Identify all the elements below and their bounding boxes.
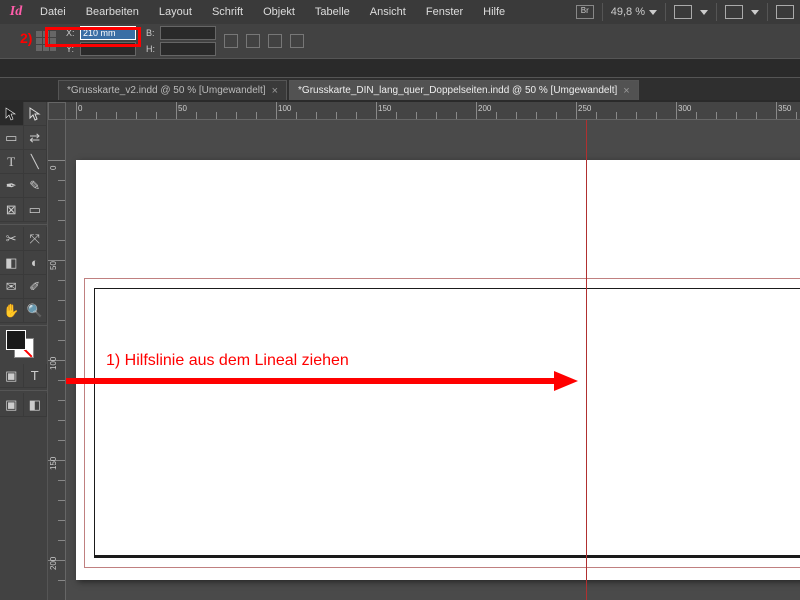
menu-edit[interactable]: Bearbeiten bbox=[76, 2, 149, 22]
w-input[interactable] bbox=[160, 26, 216, 40]
menu-type[interactable]: Schrift bbox=[202, 2, 253, 22]
free-transform-tool[interactable]: ⤧ bbox=[24, 227, 48, 251]
note-tool[interactable]: ✉ bbox=[0, 275, 24, 299]
vertical-guide[interactable] bbox=[586, 120, 587, 600]
chevron-down-icon bbox=[649, 10, 657, 15]
screen-mode-icon[interactable] bbox=[674, 5, 692, 19]
work-area: 050100150200250300350 050100150200 1) Hi… bbox=[48, 102, 800, 600]
x-input[interactable] bbox=[80, 26, 136, 40]
gradient-swatch-tool[interactable]: ◧ bbox=[0, 251, 24, 275]
normal-view-mode[interactable]: ▣ bbox=[0, 393, 24, 417]
selection-tool[interactable] bbox=[0, 102, 24, 126]
align-icon[interactable] bbox=[246, 34, 260, 48]
menu-view[interactable]: Ansicht bbox=[360, 2, 416, 22]
eyedropper-tool[interactable]: ✐ bbox=[24, 275, 48, 299]
wh-fields: B: H: bbox=[146, 26, 216, 56]
distribute-icon[interactable] bbox=[268, 34, 282, 48]
bridge-icon[interactable]: Br bbox=[576, 5, 594, 19]
pen-tool[interactable]: ✒ bbox=[0, 174, 24, 198]
close-icon[interactable]: × bbox=[623, 85, 629, 97]
menu-layout[interactable]: Layout bbox=[149, 2, 202, 22]
menu-table[interactable]: Tabelle bbox=[305, 2, 360, 22]
tool-panel: ▭ ⇄ T ╲ ✒ ✎ ⊠ ▭ ✂ ⤧ ◧ ◐ ✉ ✐ ✋ 🔍 ▣ T ▣ bbox=[0, 102, 48, 600]
panel-strip bbox=[0, 58, 800, 78]
y-input[interactable] bbox=[80, 42, 136, 56]
annotation-step-2: 2) bbox=[20, 30, 32, 46]
page-frame bbox=[94, 288, 800, 558]
app-logo: Id bbox=[2, 0, 30, 24]
menu-bar: Id Datei Bearbeiten Layout Schrift Objek… bbox=[0, 0, 800, 24]
rectangle-frame-tool[interactable]: ⊠ bbox=[0, 198, 24, 222]
gradient-feather-tool[interactable]: ◐ bbox=[24, 251, 48, 275]
chevron-down-icon bbox=[700, 10, 708, 15]
h-input[interactable] bbox=[160, 42, 216, 56]
control-bar: 2) X: Y: B: H: bbox=[0, 24, 800, 58]
zoom-value: 49,8 % bbox=[611, 6, 645, 18]
preview-mode[interactable]: ◧ bbox=[24, 393, 48, 417]
pencil-tool[interactable]: ✎ bbox=[24, 174, 48, 198]
line-tool[interactable]: ╲ bbox=[24, 150, 48, 174]
w-label: B: bbox=[146, 28, 158, 38]
menu-help[interactable]: Hilfe bbox=[473, 2, 515, 22]
y-label: Y: bbox=[66, 44, 78, 54]
gap-tool[interactable]: ⇄ bbox=[24, 126, 48, 150]
more-icon[interactable] bbox=[290, 34, 304, 48]
apply-color[interactable]: ▣ bbox=[0, 364, 24, 388]
tab-label: *Grusskarte_DIN_lang_quer_Doppelseiten.i… bbox=[298, 85, 617, 96]
separator bbox=[665, 3, 666, 21]
type-tool[interactable]: T bbox=[0, 150, 24, 174]
ruler-origin[interactable] bbox=[48, 102, 66, 120]
chevron-down-icon bbox=[751, 10, 759, 15]
view-options-icon[interactable] bbox=[776, 5, 794, 19]
annotation-arrowhead bbox=[554, 371, 578, 391]
fill-stroke-swatch[interactable] bbox=[6, 330, 34, 358]
menu-object[interactable]: Objekt bbox=[253, 2, 305, 22]
reference-point-grid[interactable] bbox=[36, 31, 56, 51]
document-tab[interactable]: *Grusskarte_v2.indd @ 50 % [Umgewandelt]… bbox=[58, 80, 287, 100]
x-label: X: bbox=[66, 28, 78, 38]
hand-tool[interactable]: ✋ bbox=[0, 299, 24, 323]
rectangle-tool[interactable]: ▭ bbox=[24, 198, 48, 222]
arrange-icon[interactable] bbox=[725, 5, 743, 19]
document-tab-bar: *Grusskarte_v2.indd @ 50 % [Umgewandelt]… bbox=[0, 78, 800, 100]
menu-window[interactable]: Fenster bbox=[416, 2, 473, 22]
constrain-icon[interactable] bbox=[224, 34, 238, 48]
scissors-tool[interactable]: ✂ bbox=[0, 227, 24, 251]
menu-file[interactable]: Datei bbox=[30, 2, 76, 22]
separator bbox=[602, 3, 603, 21]
page-tool[interactable]: ▭ bbox=[0, 126, 24, 150]
vertical-ruler[interactable]: 050100150200 bbox=[48, 120, 66, 600]
xy-fields: X: Y: bbox=[66, 26, 136, 56]
close-icon[interactable]: × bbox=[272, 85, 278, 97]
h-label: H: bbox=[146, 44, 158, 54]
tab-label: *Grusskarte_v2.indd @ 50 % [Umgewandelt] bbox=[67, 85, 266, 96]
annotation-step-1: 1) Hilfslinie aus dem Lineal ziehen bbox=[106, 352, 349, 370]
bottom-frame-edge bbox=[94, 555, 800, 558]
annotation-arrow bbox=[66, 378, 556, 384]
direct-selection-tool[interactable] bbox=[24, 102, 48, 126]
separator bbox=[716, 3, 717, 21]
canvas[interactable]: 1) Hilfslinie aus dem Lineal ziehen bbox=[66, 120, 800, 600]
horizontal-ruler[interactable]: 050100150200250300350 bbox=[66, 102, 800, 120]
document-tab[interactable]: *Grusskarte_DIN_lang_quer_Doppelseiten.i… bbox=[289, 80, 639, 100]
formatting-text[interactable]: T bbox=[24, 364, 48, 388]
zoom-level[interactable]: 49,8 % bbox=[611, 6, 657, 18]
separator bbox=[767, 3, 768, 21]
zoom-tool[interactable]: 🔍 bbox=[24, 299, 48, 323]
